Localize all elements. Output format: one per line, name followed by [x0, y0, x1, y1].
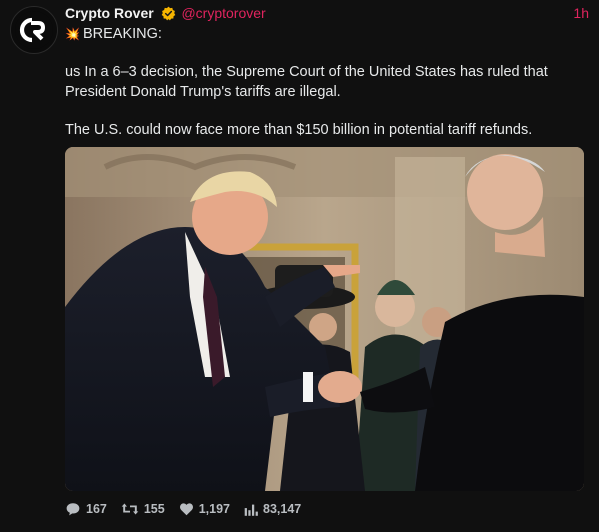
- reply-button[interactable]: 167: [65, 502, 107, 516]
- photo-handshake-image: [65, 147, 584, 491]
- headline: BREAKING:: [82, 26, 162, 42]
- verified-badge-icon: [161, 6, 176, 25]
- explosion-emoji-icon: 💥: [65, 27, 80, 41]
- like-button[interactable]: 1,197: [179, 502, 230, 516]
- tweet-photo[interactable]: [65, 147, 584, 491]
- paragraph-1: us In a 6–3 decision, the Supreme Court …: [65, 64, 548, 100]
- like-icon: [179, 503, 193, 516]
- tweet-text: 💥 BREAKING: us In a 6–3 decision, the Sup…: [65, 24, 585, 140]
- author-handle[interactable]: @cryptorover: [181, 5, 265, 21]
- timestamp[interactable]: 1h: [573, 4, 589, 22]
- crypto-rover-logo-icon: [15, 11, 53, 49]
- views-button[interactable]: 83,147: [244, 502, 301, 516]
- reply-icon: [66, 503, 80, 516]
- repost-button[interactable]: 155: [121, 502, 165, 516]
- like-count: 1,197: [198, 502, 230, 516]
- repost-icon: [121, 503, 139, 515]
- paragraph-2: The U.S. could now face more than $150 b…: [65, 122, 533, 138]
- headline-line: 💥 BREAKING:: [65, 24, 585, 44]
- tweet-card: Crypto Rover @cryptorover 1h 💥 BREAKING: …: [0, 0, 599, 532]
- tweet-actions: 167 155 1,197 83,147: [65, 501, 301, 517]
- avatar[interactable]: [10, 6, 58, 54]
- tweet-header: Crypto Rover @cryptorover 1h: [65, 4, 589, 22]
- repost-count: 155: [143, 502, 165, 516]
- views-icon: [244, 504, 258, 516]
- author-name[interactable]: Crypto Rover: [65, 5, 154, 21]
- reply-count: 167: [86, 502, 107, 516]
- view-count: 83,147: [263, 502, 302, 516]
